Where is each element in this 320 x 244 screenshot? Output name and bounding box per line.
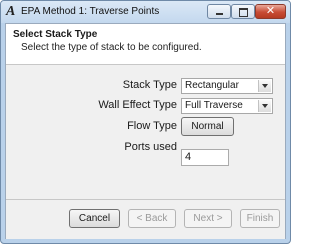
wizard-header: Select Stack Type Select the type of sta… — [6, 24, 285, 65]
finish-button[interactable]: Finish — [240, 209, 280, 228]
page-title: Select Stack Type — [13, 29, 98, 40]
cancel-button[interactable]: Cancel — [69, 209, 120, 228]
maximize-icon — [239, 8, 248, 17]
minimize-icon — [216, 13, 223, 15]
window-title: EPA Method 1: Traverse Points — [21, 6, 160, 17]
ports-used-input[interactable]: 4 — [181, 149, 229, 166]
stack-form: Stack Type Rectangular Wall Effect Type … — [6, 65, 285, 199]
next-button[interactable]: Next > — [184, 209, 232, 228]
stack-type-value: Rectangular — [185, 80, 239, 91]
wizard-window: A EPA Method 1: Traverse Points ✕ Select… — [0, 0, 291, 244]
maximize-button[interactable] — [231, 4, 255, 19]
chevron-down-icon[interactable] — [258, 80, 271, 92]
close-button[interactable]: ✕ — [255, 4, 286, 19]
page-subtitle: Select the type of stack to be configure… — [21, 42, 202, 53]
wizard-footer: Cancel < Back Next > Finish — [6, 199, 285, 239]
title-bar[interactable]: A EPA Method 1: Traverse Points ✕ — [1, 1, 290, 23]
chevron-down-icon[interactable] — [258, 100, 271, 112]
stack-type-label: Stack Type — [122, 79, 177, 91]
back-button[interactable]: < Back — [128, 209, 176, 228]
wizard-client-area: Select Stack Type Select the type of sta… — [5, 23, 286, 239]
stack-type-select[interactable]: Rectangular — [181, 78, 273, 94]
ports-used-label: Ports used — [124, 141, 177, 153]
wall-effect-select[interactable]: Full Traverse — [181, 98, 273, 114]
app-logo-icon: A — [6, 4, 16, 19]
minimize-button[interactable] — [207, 4, 231, 19]
close-icon: ✕ — [265, 4, 276, 17]
wall-effect-label: Wall Effect Type — [98, 99, 177, 111]
flow-type-button[interactable]: Normal — [181, 117, 234, 136]
wall-effect-value: Full Traverse — [185, 100, 243, 111]
flow-type-label: Flow Type — [127, 120, 177, 132]
